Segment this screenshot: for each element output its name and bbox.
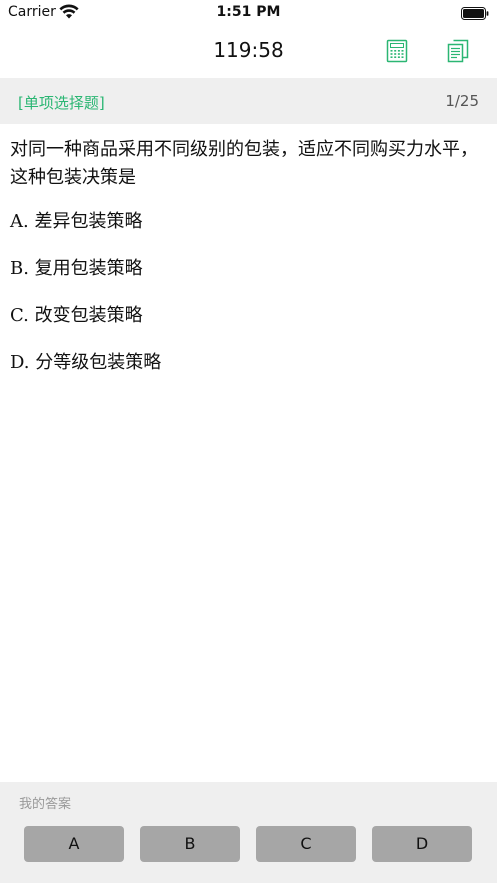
status-time: 1:51 PM xyxy=(216,4,281,20)
exam-timer: 119:58 xyxy=(213,38,284,62)
option-b[interactable]: B. 复用包装策略 xyxy=(10,255,480,283)
option-d[interactable]: D. 分等级包装策略 xyxy=(10,349,480,377)
question-progress: 1/25 xyxy=(445,92,479,110)
option-text: 改变包装策略 xyxy=(34,305,143,326)
answer-bar: 我的答案 A B C D xyxy=(0,782,497,883)
option-c[interactable]: C. 改变包装策略 xyxy=(10,302,480,330)
option-letter: C. xyxy=(10,305,29,326)
option-letter: A. xyxy=(10,211,29,232)
answer-c-button[interactable]: C xyxy=(256,826,356,862)
answer-sheet-icon[interactable] xyxy=(447,39,469,63)
option-a[interactable]: A. 差异包装策略 xyxy=(10,208,480,236)
nav-bar: 119:58 xyxy=(0,26,497,76)
option-letter: D. xyxy=(10,352,30,373)
option-letter: B. xyxy=(10,258,29,279)
answer-d-button[interactable]: D xyxy=(372,826,472,862)
option-text: 差异包装策略 xyxy=(34,211,143,232)
question-type-label: [单项选择题] xyxy=(18,94,105,112)
question-type-bar: [单项选择题] 1/25 xyxy=(0,78,497,124)
option-text: 复用包装策略 xyxy=(34,258,143,279)
status-bar: Carrier 1:51 PM xyxy=(0,0,497,26)
calculator-icon[interactable] xyxy=(386,39,408,63)
question-text: 对同一种商品采用不同级别的包装，适应不同购买力水平，这种包装决策是 xyxy=(10,139,478,188)
my-answer-caption: 我的答案 xyxy=(19,797,72,812)
battery-icon xyxy=(461,5,489,20)
answer-a-button[interactable]: A xyxy=(24,826,124,862)
answer-b-button[interactable]: B xyxy=(140,826,240,862)
option-text: 分等级包装策略 xyxy=(35,352,162,373)
